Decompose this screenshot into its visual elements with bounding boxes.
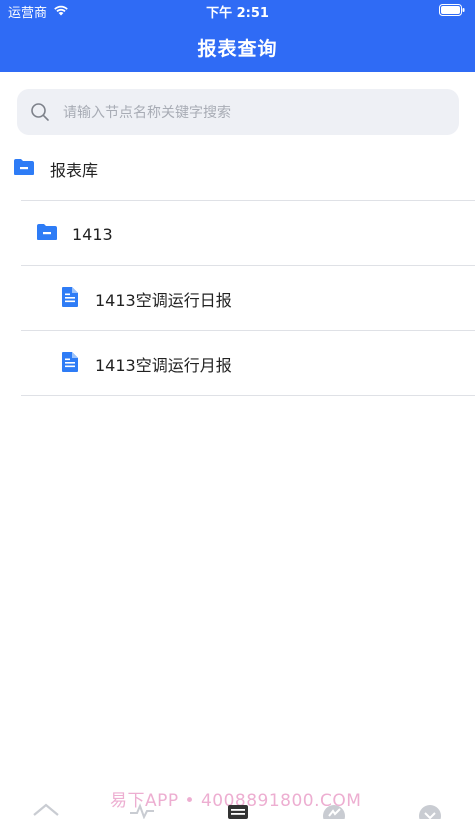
folder-collapse-icon[interactable] bbox=[36, 223, 58, 245]
divider bbox=[21, 395, 475, 396]
document-icon bbox=[60, 286, 80, 312]
report-tab-icon[interactable] bbox=[224, 801, 254, 819]
tree-node-label: 报表库 bbox=[50, 161, 99, 180]
divider bbox=[21, 330, 475, 331]
status-time: 下午 2:51 bbox=[206, 6, 269, 21]
tree-node-root[interactable]: 报表库 bbox=[0, 156, 475, 182]
search-input[interactable] bbox=[61, 89, 445, 137]
document-icon bbox=[60, 351, 80, 377]
tree-node-folder[interactable]: 1413 bbox=[0, 221, 475, 247]
tree-node-label: 1413空调运行日报 bbox=[95, 291, 232, 310]
tab-bar bbox=[0, 795, 475, 823]
home-tab-icon[interactable] bbox=[32, 801, 62, 819]
tree-node-report[interactable]: 1413空调运行日报 bbox=[0, 286, 475, 312]
app-header: 运营商 下午 2:51 报表查询 bbox=[0, 0, 475, 72]
profile-tab-icon[interactable] bbox=[416, 801, 446, 823]
monitor-tab-icon[interactable] bbox=[128, 801, 158, 820]
divider bbox=[21, 200, 475, 201]
search-icon bbox=[30, 102, 50, 126]
search-bar[interactable] bbox=[17, 89, 459, 137]
battery-icon bbox=[439, 4, 465, 20]
analysis-tab-icon[interactable] bbox=[320, 801, 350, 823]
page-title: 报表查询 bbox=[197, 38, 278, 60]
status-bar: 运营商 下午 2:51 bbox=[0, 0, 475, 21]
tree-node-label: 1413 bbox=[72, 224, 113, 244]
divider bbox=[21, 265, 475, 266]
folder-collapse-icon[interactable] bbox=[13, 158, 35, 180]
tree-node-report[interactable]: 1413空调运行月报 bbox=[0, 351, 475, 377]
tree-node-label: 1413空调运行月报 bbox=[95, 356, 232, 375]
